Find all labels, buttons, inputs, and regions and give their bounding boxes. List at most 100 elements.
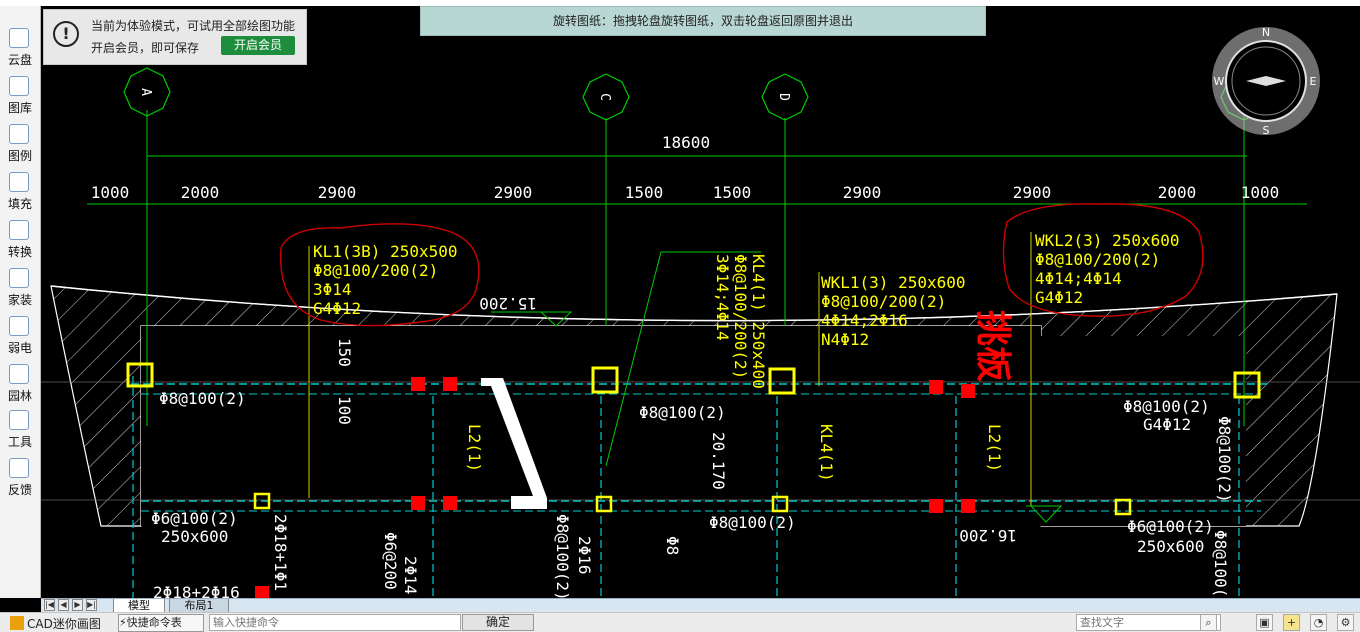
- elev-16200: 16.200: [959, 526, 1017, 545]
- g4-right: G4Φ12: [1143, 415, 1191, 434]
- kl1-line3: 3Φ14: [313, 280, 352, 299]
- kl4-vert-line2: Φ8@100/200(2): [731, 254, 750, 379]
- kl1-line2: Φ8@100/200(2): [313, 261, 438, 280]
- convert-icon: [9, 220, 29, 240]
- kl4-vert-line1: KL4(1) 250x400: [749, 254, 768, 389]
- cantilever-slab-label: 挑板: [972, 310, 1013, 382]
- next-tab-icon[interactable]: ▶: [72, 599, 83, 611]
- wkl1-line4: N4Φ12: [821, 330, 869, 349]
- trial-line1: 当前为体验模式，可试用全部绘图功能: [91, 19, 296, 33]
- dim-150: 150: [335, 338, 354, 367]
- gallery-icon: [9, 76, 29, 96]
- trial-line2: 开启会员，即可保存: [91, 41, 200, 55]
- settings-icon[interactable]: ⚙: [1337, 614, 1354, 631]
- rebar-c: 2Φ14: [401, 556, 420, 595]
- dim-total: 18600: [662, 133, 710, 152]
- confirm-button[interactable]: 确定: [462, 614, 534, 631]
- stirrup-left: Φ8@100(2): [159, 389, 246, 408]
- compass-s: S: [1263, 124, 1270, 137]
- wkl1-line3: 4Φ14;2Φ16: [821, 311, 908, 330]
- drawing-canvas[interactable]: A C D 18600 1000 2000 2900 2900 1500 1500 2900…: [41, 6, 1360, 598]
- landscape-icon: [9, 364, 29, 384]
- rotate-compass-icon[interactable]: N E S W: [1212, 26, 1320, 137]
- exclamation-icon: !: [53, 21, 79, 47]
- trial-mode-banner: ! 当前为体验模式，可试用全部绘图功能 开启会员，即可保存 开启会员: [43, 9, 307, 65]
- app-logo-icon: [10, 616, 24, 630]
- dimension-label: 2000: [1158, 183, 1197, 202]
- app-name: CAD迷你画图: [10, 615, 101, 632]
- layout-tab-bar: |◀ ◀ ▶ ▶| 模型 布局1: [41, 598, 1360, 612]
- tool-home-decor[interactable]: 家装: [0, 264, 40, 310]
- search-icon[interactable]: ⌕: [1200, 614, 1217, 631]
- beam-right-label1: Φ6@100(2): [1127, 517, 1214, 536]
- tool-legend[interactable]: 图例: [0, 120, 40, 166]
- quick-command-table-button[interactable]: ⚡快捷命令表: [118, 614, 204, 632]
- tool-label: 反馈: [7, 483, 32, 497]
- last-tab-icon[interactable]: ▶|: [86, 599, 97, 611]
- tool-feedback[interactable]: 反馈: [0, 454, 40, 500]
- tool-gallery[interactable]: 图库: [0, 72, 40, 118]
- tool-label: 图例: [7, 149, 32, 163]
- elev-20170: 20.170: [709, 432, 728, 490]
- quick-command-input[interactable]: [209, 614, 461, 631]
- axis-label-c: C: [597, 93, 612, 101]
- home-decor-icon: [9, 268, 29, 288]
- beam-left-label1: Φ6@100(2): [151, 509, 238, 528]
- left-toolbar: 云盘图库图例填充转换家装弱电园林工具反馈: [0, 6, 41, 598]
- kl1-line4: G4Φ12: [313, 299, 361, 318]
- tab-layout1[interactable]: 布局1: [169, 599, 229, 612]
- tool-low-voltage[interactable]: 弱电: [0, 312, 40, 358]
- tool-landscape[interactable]: 园林: [0, 360, 40, 406]
- rebar-g: 2Φ18+2Φ16: [153, 583, 240, 598]
- hatch-fill-icon: [9, 172, 29, 192]
- tool-label: 家装: [7, 293, 32, 307]
- compass-n: N: [1262, 26, 1270, 39]
- tool-cloud[interactable]: 云盘: [0, 24, 40, 70]
- stirrup-center: Φ8@100(2): [639, 403, 726, 422]
- tool-tools[interactable]: 工具: [0, 406, 40, 452]
- prev-tab-icon[interactable]: ◀: [58, 599, 69, 611]
- tab-model[interactable]: 模型: [113, 599, 165, 612]
- rebar-b: Φ6@200: [381, 532, 400, 590]
- dimension-label: 1500: [713, 183, 752, 202]
- elev-15200: 15.200: [479, 294, 537, 313]
- wkl1-line2: Φ8@100/200(2): [821, 292, 946, 311]
- tool-label: 转换: [7, 245, 32, 259]
- tool-label: 弱电: [7, 341, 32, 355]
- stirrup-vert-right: Φ8@100(2): [1215, 416, 1234, 503]
- rebar-e: 2Φ16: [575, 536, 594, 575]
- wkl2-line2: Φ8@100/200(2): [1035, 250, 1160, 269]
- stirrup-bottom: Φ8@100(2): [709, 513, 796, 532]
- wkl1-line1: WKL1(3) 250x600: [821, 273, 966, 292]
- kl4-vert-line3: 3Φ14;4Φ14: [713, 254, 732, 341]
- rebar-d: Φ8@100(2): [553, 514, 572, 598]
- tool-label: 云盘: [7, 53, 32, 67]
- snap-mode-icon[interactable]: ▣: [1256, 614, 1273, 631]
- dim-100: 100: [335, 396, 354, 425]
- tool-convert[interactable]: 转换: [0, 216, 40, 262]
- tool-label: 园林: [7, 389, 32, 403]
- rebar-h: Φ8@100(2): [1211, 530, 1230, 598]
- stirrup-right: Φ8@100(2): [1123, 397, 1210, 416]
- dimension-label: 2900: [843, 183, 882, 202]
- color-wheel-icon[interactable]: ◔: [1310, 614, 1327, 631]
- l2-label-b: L2(1): [985, 424, 1004, 472]
- low-voltage-icon: [9, 316, 29, 336]
- slab-inner-panel: [141, 326, 1041, 526]
- beam-right-label2: 250x600: [1137, 537, 1204, 556]
- wkl2-line3: 4Φ14;4Φ14: [1035, 269, 1122, 288]
- ortho-mode-icon[interactable]: +: [1283, 614, 1300, 631]
- cloud-icon: [9, 28, 29, 48]
- legend-icon: [9, 124, 29, 144]
- tool-hatch-fill[interactable]: 填充: [0, 168, 40, 214]
- status-bar: CAD迷你画图 ⚡快捷命令表 确定 ⌕ ▣ + ◔ ⚙: [0, 612, 1360, 632]
- app-name-label: CAD迷你画图: [27, 617, 101, 631]
- open-membership-button[interactable]: 开启会员: [221, 36, 295, 55]
- rebar-a: 2Φ18+1Φ1: [271, 514, 290, 591]
- kl4-label-b: KL4(1): [817, 424, 836, 482]
- rotate-hint-bar: 旋转图纸：拖拽轮盘旋转图纸，双击轮盘返回原图并退出: [420, 6, 986, 36]
- tools-icon: [9, 410, 29, 430]
- first-tab-icon[interactable]: |◀: [44, 599, 55, 611]
- dimension-label: 2900: [318, 183, 357, 202]
- axis-label-d: D: [776, 93, 791, 101]
